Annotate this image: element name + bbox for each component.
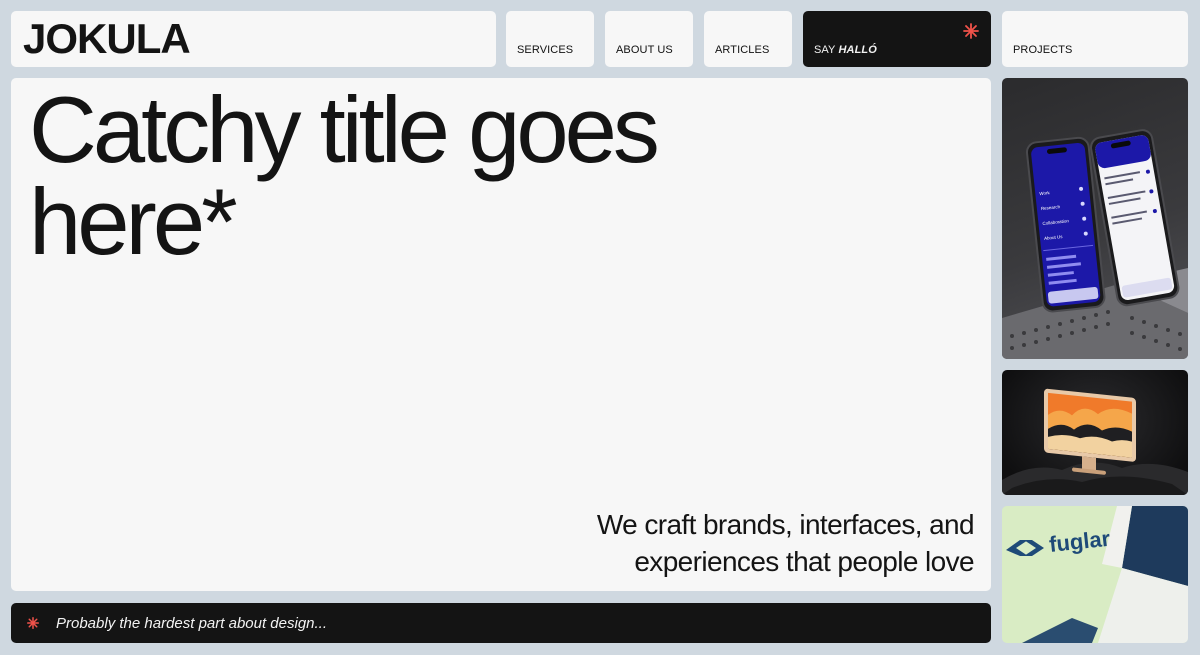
hero-title-line-2: here* <box>29 169 238 274</box>
banner-bar[interactable]: Probably the hardest part about design..… <box>11 603 991 643</box>
hero-title: Catchy title goes here* <box>29 78 929 274</box>
hero-card: Catchy title goes here* We craft brands,… <box>11 78 991 591</box>
nav-projects-label: PROJECTS <box>1013 44 1073 56</box>
nav-articles[interactable]: ARTICLES <box>704 11 792 67</box>
nav-say-prefix: SAY <box>814 44 836 56</box>
project-thumbnail-monitor[interactable] <box>1002 370 1188 495</box>
nav-say-word: HALLÓ <box>838 44 877 56</box>
asterisk-icon <box>27 617 39 629</box>
nav-about-us[interactable]: ABOUT US <box>605 11 693 67</box>
fuglar-logo-text: fuglar <box>1048 526 1112 557</box>
monitor-illustration <box>1002 388 1188 495</box>
hero-title-line-1: Catchy title goes <box>29 78 660 182</box>
jokula-logo: JOKULA <box>23 21 191 57</box>
fuglar-illustration: fuglar <box>1006 506 1188 643</box>
asterisk-icon <box>963 23 979 42</box>
nav-about-label: ABOUT US <box>616 44 673 56</box>
hero-subtitle-line-1: We craft brands, interfaces, and <box>596 509 975 540</box>
nav-projects[interactable]: PROJECTS <box>1002 11 1188 67</box>
banner-text: Probably the hardest part about design..… <box>56 614 328 632</box>
nav-services-label: SERVICES <box>517 44 574 56</box>
phones-illustration: Work Research Collaboration About Us <box>1002 129 1188 359</box>
nav-say-hallo[interactable]: SAY HALLÓ <box>803 11 991 67</box>
logo-text: JOKULA <box>23 21 190 57</box>
nav-services[interactable]: SERVICES <box>506 11 594 67</box>
project-thumbnail-phones[interactable]: Work Research Collaboration About Us <box>1002 78 1188 359</box>
nav-articles-label: ARTICLES <box>715 44 770 56</box>
nav-say-label: SAY HALLÓ <box>814 44 877 56</box>
hero-subtitle-line-2: experiences that people love <box>634 546 974 577</box>
logo-card[interactable]: JOKULA <box>11 11 496 67</box>
hero-subtitle: We craft brands, interfaces, and experie… <box>596 506 975 580</box>
project-thumbnail-fuglar[interactable]: fuglar <box>1002 506 1188 643</box>
